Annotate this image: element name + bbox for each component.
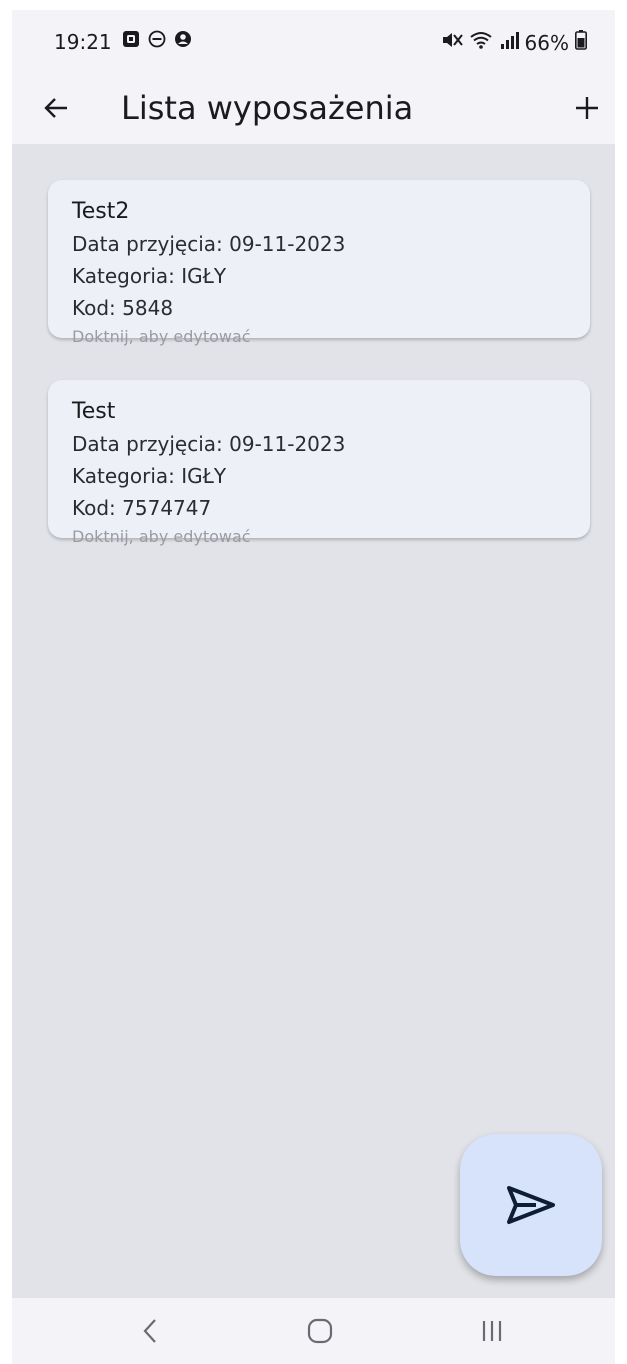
page-title: Lista wyposażenia bbox=[121, 89, 414, 127]
send-fab-button[interactable] bbox=[460, 1134, 602, 1276]
status-left-icons bbox=[122, 30, 192, 52]
wifi-icon bbox=[469, 30, 493, 55]
nav-recents-button[interactable] bbox=[462, 1308, 522, 1354]
app-bar: Lista wyposażenia bbox=[12, 72, 615, 144]
status-right: 66% bbox=[441, 30, 587, 55]
nav-back-button[interactable] bbox=[120, 1308, 180, 1354]
arrow-back-icon bbox=[44, 98, 67, 118]
equipment-code: Kod: 7574747 bbox=[72, 496, 212, 520]
system-nav-bar bbox=[12, 1298, 615, 1364]
equipment-category: Kategoria: IGŁY bbox=[72, 464, 227, 488]
equipment-card[interactable]: Test2 Data przyjęcia: 09-11-2023 Kategor… bbox=[48, 180, 590, 346]
battery-icon bbox=[575, 30, 587, 55]
status-bar: 19:21 66% bbox=[12, 10, 615, 72]
mute-icon bbox=[441, 30, 463, 55]
battery-percent: 66% bbox=[524, 30, 569, 55]
send-icon bbox=[507, 1186, 555, 1224]
edit-hint: Doktnij, aby edytować bbox=[72, 527, 251, 546]
equipment-category: Kategoria: IGŁY bbox=[72, 264, 227, 288]
nav-back-icon bbox=[143, 1319, 156, 1343]
equipment-list: Test2 Data przyjęcia: 09-11-2023 Kategor… bbox=[48, 180, 590, 580]
do-not-disturb-icon bbox=[148, 30, 166, 52]
back-button[interactable] bbox=[34, 86, 78, 130]
equipment-code: Kod: 5848 bbox=[72, 296, 174, 320]
equipment-name: Test2 bbox=[72, 199, 130, 224]
signal-icon bbox=[499, 30, 519, 55]
nav-recents-icon bbox=[482, 1321, 502, 1341]
app-screen: 19:21 66% Lista wyposażenia Test2 Data p… bbox=[12, 10, 615, 1364]
nav-home-icon bbox=[307, 1318, 333, 1344]
equipment-date: Data przyjęcia: 09-11-2023 bbox=[72, 432, 346, 456]
account-icon bbox=[174, 30, 192, 52]
equipment-name: Test bbox=[72, 399, 116, 424]
status-time: 19:21 bbox=[54, 30, 112, 54]
add-item-button[interactable] bbox=[565, 86, 609, 130]
notification-app-icon bbox=[122, 30, 140, 52]
plus-icon bbox=[576, 97, 598, 119]
equipment-card[interactable]: Test Data przyjęcia: 09-11-2023 Kategori… bbox=[48, 380, 590, 546]
nav-home-button[interactable] bbox=[290, 1308, 350, 1354]
equipment-date: Data przyjęcia: 09-11-2023 bbox=[72, 232, 346, 256]
edit-hint: Doktnij, aby edytować bbox=[72, 327, 251, 346]
